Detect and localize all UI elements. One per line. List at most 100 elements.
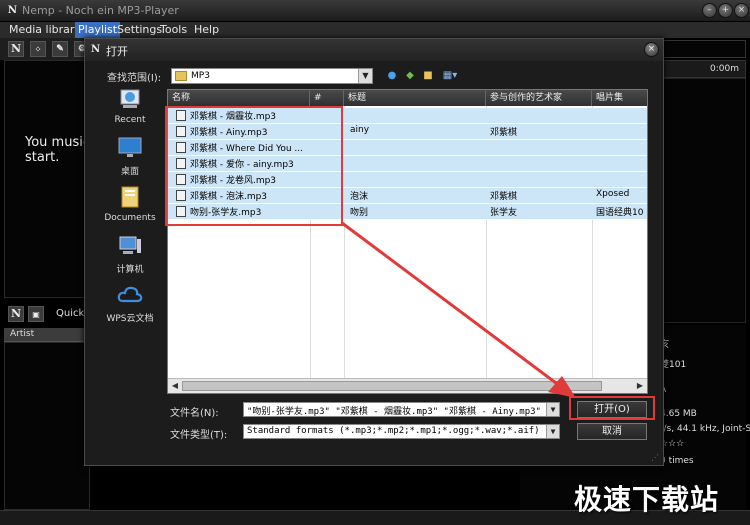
nemp-app-icon: N [7,5,18,16]
audio-file-icon [176,126,186,137]
file-row[interactable]: 邓紫棋 - 龙卷风.mp3 [168,172,647,188]
file-name: 邓紫棋 - 龙卷风.mp3 [190,176,277,186]
time-display: 0:00m [662,60,746,78]
file-row[interactable]: 邓紫棋 - Ainy.mp3 ainy 邓紫棋 [168,124,647,140]
col-header-album[interactable]: 唱片集 [592,90,647,106]
place-documents[interactable]: Documents [97,183,163,231]
artist-column-header[interactable]: Artist [4,328,90,342]
file-list[interactable]: 名称 # 标题 参与创作的艺术家 唱片集 邓紫棋 - 烟霾妆.mp3 邓紫棋 -… [167,89,648,394]
filename-input[interactable]: "吻别-张学友.mp3" "邓紫棋 - 烟霾妆.mp3" "邓紫棋 - Ainy… [243,402,560,417]
place-label: 计算机 [116,265,144,275]
file-name: 邓紫棋 - Where Did You ... [190,144,303,154]
playlist-pane[interactable] [662,78,746,323]
chevron-down-icon[interactable]: ▼ [358,69,372,83]
audio-file-icon [176,206,186,217]
computer-icon [119,236,141,254]
col-header-name[interactable]: 名称 [168,90,310,106]
maximize-button[interactable]: + [718,3,733,18]
new-folder-icon[interactable]: ■ [421,69,435,83]
file-name: 邓紫棋 - 烟霾妆.mp3 [190,112,277,122]
place-label: 桌面 [120,167,139,177]
lookin-value: MP3 [191,71,210,81]
menu-media-library[interactable]: Media library [6,22,84,38]
place-label: Recent [114,115,146,125]
place-label: Documents [104,213,156,223]
audio-file-icon [176,142,186,153]
filetype-label: 文件类型(T): [170,430,228,441]
file-row[interactable]: 邓紫棋 - 爱你 - ainy.mp3 [168,156,647,172]
file-artist: 张学友 [490,208,518,218]
file-row[interactable]: 吻别-张学友.mp3 吻别 张学友 国语经典10 [168,204,647,220]
menu-tools[interactable]: Tools [157,22,190,38]
scroll-left-icon[interactable]: ◀ [169,380,181,392]
file-row[interactable]: 邓紫棋 - 泡沫.mp3 泡沫 邓紫棋 Xposed [168,188,647,204]
library-menu-button[interactable]: N [8,306,24,322]
scrollbar-thumb[interactable] [182,381,602,391]
file-artist: 邓紫棋 [490,128,518,138]
lock-icon[interactable]: ▣ [28,306,44,322]
view-menu-icon[interactable]: ▦▾ [439,69,461,83]
file-album: Xposed [596,189,630,199]
resize-grip-icon[interactable]: ⋰ [651,453,661,463]
dialog-close-button[interactable]: × [644,42,659,57]
dialog-app-icon: N [91,44,101,55]
open-button[interactable]: 打开(O) [577,401,647,418]
player-message: You music start. [25,135,90,165]
minimize-button[interactable]: – [702,3,717,18]
file-row[interactable]: 邓紫棋 - 烟霾妆.mp3 [168,108,647,124]
place-label: WPS云文档 [106,314,154,324]
nemp-menu-button[interactable]: N [8,41,24,57]
main-toolbar: N ⁘ ✎ ⚙ [0,38,90,60]
window-titlebar: N Nemp - Noch ein MP3-Player – + × [0,0,750,22]
place-wps-cloud[interactable]: WPS云文档 [97,281,163,329]
col-header-number[interactable]: # [310,90,344,106]
col-header-title[interactable]: 标题 [344,90,486,106]
chevron-down-icon[interactable]: ▼ [546,403,559,416]
library-toolbar: N ▣ Quicksea [4,303,102,325]
grid-icon[interactable]: ⁘ [30,41,46,57]
player-display: You music start. [4,60,90,298]
playlist-search[interactable] [662,40,746,58]
time-value: 0:00m [710,64,739,74]
col-header-artist[interactable]: 参与创作的艺术家 [486,90,592,106]
filetype-dropdown[interactable]: Standard formats (*.mp3;*.mp2;*.mp1;*.og… [243,424,560,439]
file-artist: 邓紫棋 [490,192,518,202]
audio-file-icon [176,174,186,185]
file-row[interactable]: 邓紫棋 - Where Did You ... [168,140,647,156]
cloud-icon [117,286,143,303]
audio-file-icon [176,190,186,201]
dialog-title: 打开 [106,45,128,58]
file-name: 邓紫棋 - 泡沫.mp3 [190,192,268,202]
horizontal-scrollbar[interactable]: ◀ ▶ [168,378,647,393]
artist-header-label: Artist [10,329,35,339]
menu-help[interactable]: Help [191,22,222,38]
place-recent[interactable]: Recent [97,85,163,133]
place-desktop[interactable]: 桌面 [97,134,163,182]
places-bar: Recent 桌面 Documents 计算机 WPS云文档 [97,85,163,335]
pencil-icon[interactable]: ✎ [52,41,68,57]
filename-value: "吻别-张学友.mp3" "邓紫棋 - 烟霾妆.mp3" "邓紫棋 - Ainy… [247,407,560,417]
audio-file-icon [176,158,186,169]
scroll-right-icon[interactable]: ▶ [634,380,646,392]
filetype-value: Standard formats (*.mp3;*.mp2;*.mp1;*.og… [247,426,540,436]
lookin-label: 查找范围(I): [107,73,162,84]
up-folder-icon[interactable]: ◆ [403,69,417,83]
filename-label: 文件名(N): [170,408,219,419]
cancel-button[interactable]: 取消 [577,423,647,440]
artist-list[interactable] [4,342,90,510]
file-name: 邓紫棋 - Ainy.mp3 [190,128,268,138]
file-title: 吻别 [350,208,369,218]
open-file-dialog: N 打开 × 查找范围(I): MP3 ▼ ● ◆ ■ ▦▾ Recent 桌面 [84,38,664,466]
file-name: 邓紫棋 - 爱你 - ainy.mp3 [190,160,294,170]
site-watermark: 极速下载站 [574,483,720,516]
folder-icon [175,71,187,81]
play-count: 0 times [660,456,694,466]
close-button[interactable]: × [734,3,749,18]
back-icon[interactable]: ● [385,69,399,83]
info-line: t/s, 44.1 kHz, Joint-S [660,424,750,434]
file-title: ainy [350,125,370,135]
lookin-dropdown[interactable]: MP3 ▼ [171,68,373,84]
place-computer[interactable]: 计算机 [97,232,163,280]
chevron-down-icon[interactable]: ▼ [546,425,559,438]
desktop-icon [118,137,142,157]
